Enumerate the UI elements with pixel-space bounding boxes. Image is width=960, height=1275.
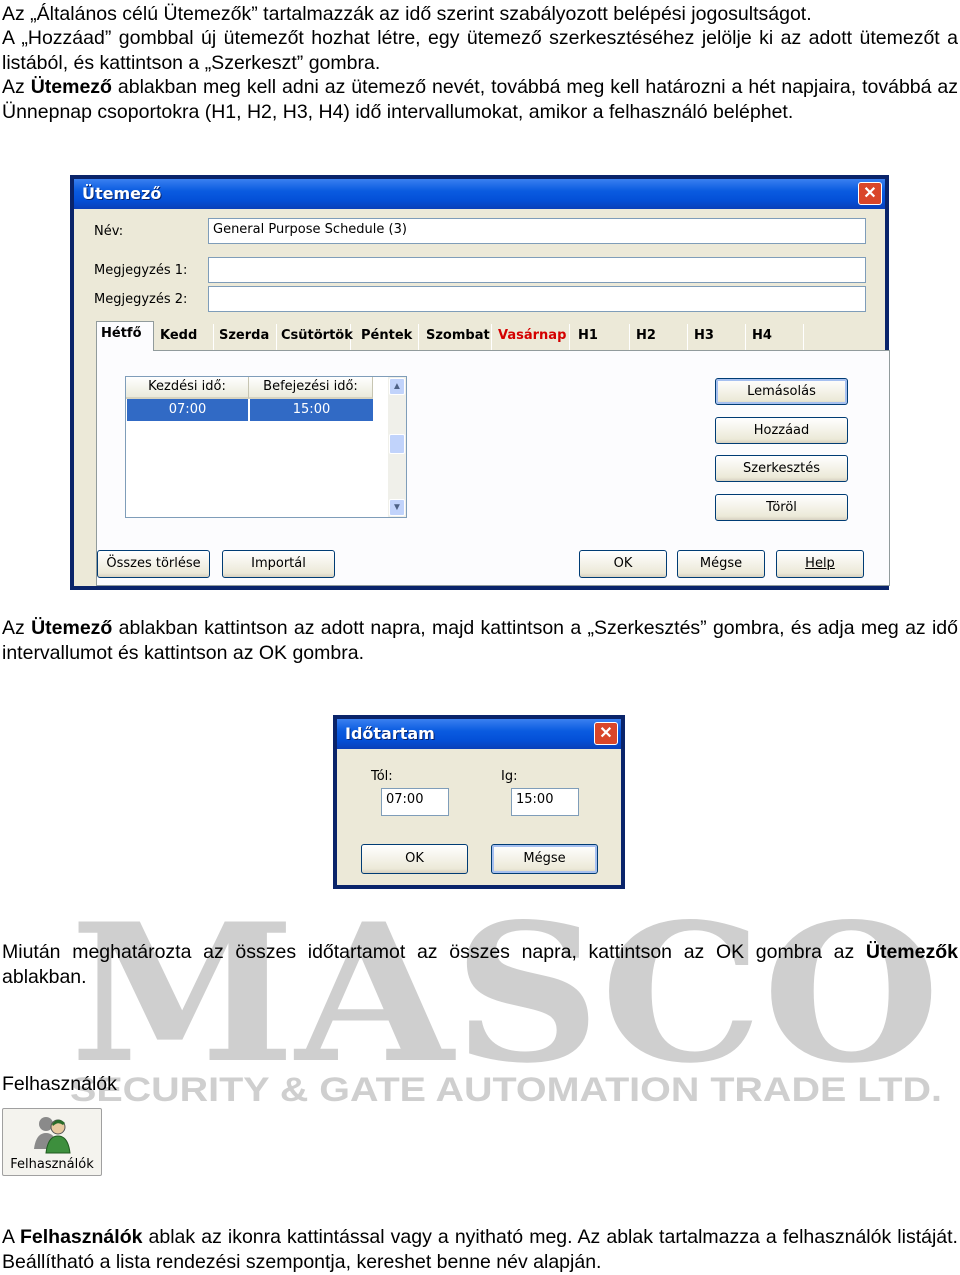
megjegyzes2-label: Megjegyzés 2: <box>94 292 188 307</box>
szerkesztes-button[interactable]: Szerkesztés <box>715 455 848 482</box>
hozzaad-button[interactable]: Hozzáad <box>715 417 848 444</box>
idotartam-dialog: Időtartam ✕ Tól: Ig: 07:00 15:00 OK Mégs… <box>333 715 625 889</box>
ig-field[interactable]: 15:00 <box>511 788 579 816</box>
interval-row-end[interactable]: 15:00 <box>250 399 373 421</box>
tab-vasarnap[interactable]: Vasárnap <box>494 324 570 350</box>
osszes-torlese-button[interactable]: Összes törlése <box>97 550 210 578</box>
ok-button[interactable]: OK <box>579 550 667 578</box>
tol-label: Tól: <box>371 769 393 784</box>
utemezo-dialog: Ütemező ✕ Név: General Purpose Schedule … <box>70 175 890 590</box>
felhasznalok-heading: Felhasználók <box>2 1073 117 1095</box>
felhasznalok-icon-label: Felhasználók <box>10 1157 94 1172</box>
users-icon <box>34 1117 71 1154</box>
tab-h2[interactable]: H2 <box>632 324 688 350</box>
tab-hetfo[interactable]: Hétfő <box>96 321 154 351</box>
torol-button[interactable]: Töröl <box>715 494 848 521</box>
scroll-up-icon[interactable]: ▲ <box>389 378 405 395</box>
close-icon[interactable]: ✕ <box>858 182 882 205</box>
megjegyzes1-label: Megjegyzés 1: <box>94 263 188 278</box>
tab-csutortok[interactable]: Csütörtök <box>277 324 353 350</box>
help-button[interactable]: Help <box>776 550 864 578</box>
utemezo-title: Ütemező <box>82 184 162 203</box>
felhasznalok-toolbar-button[interactable]: Felhasználók <box>2 1108 102 1176</box>
interval-row-start[interactable]: 07:00 <box>127 399 248 421</box>
finish-instruction: Miután meghatározta az összes időtartamo… <box>2 941 958 988</box>
edit-instruction: Az Ütemező ablakban kattintson az adott … <box>2 617 958 664</box>
tab-pentek[interactable]: Péntek <box>357 324 419 350</box>
tol-field[interactable]: 07:00 <box>381 788 449 816</box>
utemezo-titlebar[interactable]: Ütemező ✕ <box>74 179 885 209</box>
col-end-header[interactable]: Befejezési idő: <box>249 377 373 399</box>
intro-line-1: Az „Általános célú Ütemezők” tartalmazzá… <box>2 3 812 25</box>
close-icon[interactable]: ✕ <box>594 722 618 745</box>
tab-szerda[interactable]: Szerda <box>215 324 277 350</box>
intro-line-2: A „Hozzáad” gombbal új ütemezőt hozhat l… <box>2 27 958 74</box>
scroll-down-icon[interactable]: ▼ <box>389 499 405 516</box>
scroll-thumb[interactable] <box>389 434 405 454</box>
felhasznalok-description: A Felhasználók ablak az ikonra kattintás… <box>2 1226 958 1273</box>
col-start-header[interactable]: Kezdési idő: <box>126 377 249 399</box>
tab-h1[interactable]: H1 <box>574 324 630 350</box>
tab-h4[interactable]: H4 <box>748 324 804 350</box>
day-tab-panel: Kezdési idő: Befejezési idő: 07:00 15:00… <box>96 350 890 586</box>
intro-line-3: Az Ütemező ablakban meg kell adni az üte… <box>2 76 958 123</box>
importal-button[interactable]: Importál <box>222 550 335 578</box>
interval-list[interactable]: Kezdési idő: Befejezési idő: 07:00 15:00… <box>125 376 407 518</box>
idotartam-titlebar[interactable]: Időtartam ✕ <box>337 719 621 749</box>
tab-kedd[interactable]: Kedd <box>156 324 214 350</box>
idotartam-megse-button[interactable]: Mégse <box>491 844 598 874</box>
megjegyzes2-field[interactable] <box>208 286 866 312</box>
list-scrollbar[interactable]: ▲ ▼ <box>388 377 406 517</box>
nev-label: Név: <box>94 224 124 239</box>
ig-label: Ig: <box>501 769 518 784</box>
nev-field[interactable]: General Purpose Schedule (3) <box>208 218 866 244</box>
megse-button[interactable]: Mégse <box>677 550 765 578</box>
idotartam-ok-button[interactable]: OK <box>361 844 468 874</box>
megjegyzes1-field[interactable] <box>208 257 866 283</box>
tab-szombat[interactable]: Szombat <box>422 324 492 350</box>
lemasolas-button[interactable]: Lemásolás <box>715 378 848 405</box>
tab-h3[interactable]: H3 <box>690 324 746 350</box>
idotartam-title: Időtartam <box>345 724 435 743</box>
